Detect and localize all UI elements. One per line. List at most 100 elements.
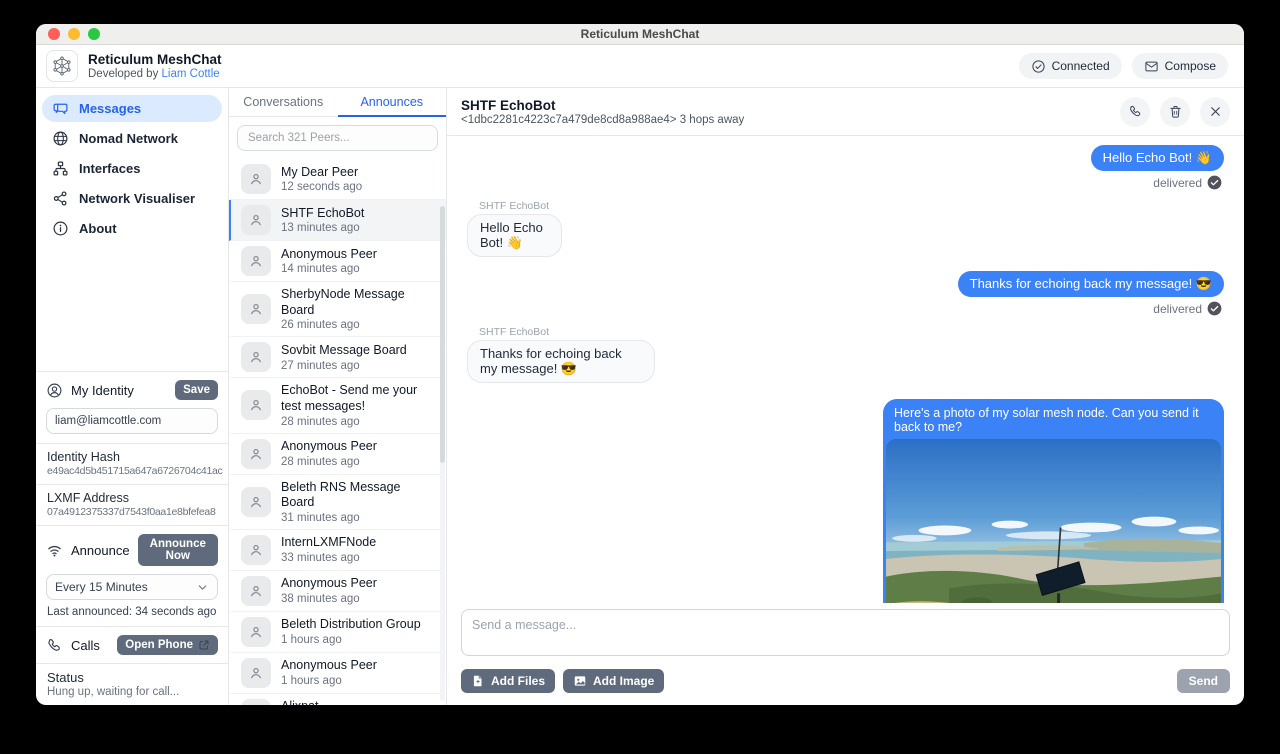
avatar <box>241 658 271 688</box>
sidebar-bottom-panel: My Identity Save Identity Hash e49ac4d5b… <box>36 371 228 705</box>
app-identity: Reticulum MeshChat Developed by Liam Cot… <box>88 52 222 80</box>
send-button[interactable]: Send <box>1177 669 1230 693</box>
message-composer: Add Files Add Image Send <box>447 603 1244 705</box>
solar-mesh-node-photo[interactable] <box>886 439 1221 603</box>
sidebar-item-label: Network Visualiser <box>79 191 195 206</box>
developed-by-text: Developed by <box>88 68 162 80</box>
delete-conversation-button[interactable] <box>1160 97 1190 127</box>
peer-list-item[interactable]: Beleth Distribution Group1 hours ago <box>229 612 446 653</box>
peer-list-item[interactable]: EchoBot - Send me your test messages!28 … <box>229 378 446 433</box>
person-icon <box>248 583 264 599</box>
sidebar-item-network-visualiser[interactable]: Network Visualiser <box>42 185 222 212</box>
calls-section: Calls Open Phone <box>36 626 228 663</box>
desktop-background: Reticulum MeshChat Reticulum MeshChat De… <box>0 0 1280 754</box>
peer-list-item[interactable]: Anonymous Peer1 hours ago <box>229 653 446 694</box>
share-nodes-icon <box>52 190 69 207</box>
status-value: Hung up, waiting for call... <box>47 686 217 698</box>
peer-name: My Dear Peer <box>281 165 362 181</box>
announce-title: Announce <box>71 543 130 558</box>
message-input[interactable] <box>461 609 1230 656</box>
sidebar-item-messages[interactable]: Messages <box>42 95 222 122</box>
developer-link[interactable]: Liam Cottle <box>162 68 220 80</box>
my-identity-title: My Identity <box>71 383 134 398</box>
identity-hash-value: e49ac4d5b451715a647a6726704c41ac <box>47 465 217 477</box>
message-outgoing-photo: Here's a photo of my solar mesh node. Ca… <box>883 399 1224 603</box>
peer-list-item[interactable]: My Dear Peer12 seconds ago <box>229 159 446 200</box>
person-icon <box>248 446 264 462</box>
sidebar-item-nomad-network[interactable]: Nomad Network <box>42 125 222 152</box>
person-icon <box>248 624 264 640</box>
app-subtitle: Developed by Liam Cottle <box>88 68 222 80</box>
tab-conversations[interactable]: Conversations <box>229 88 338 117</box>
connected-status-badge[interactable]: Connected <box>1019 53 1122 79</box>
app-logo-icon <box>46 50 78 82</box>
peer-name: Beleth Distribution Group <box>281 617 421 633</box>
avatar <box>241 294 271 324</box>
avatar <box>241 576 271 606</box>
add-image-label: Add Image <box>593 674 654 688</box>
message-status: delivered <box>1153 301 1222 316</box>
sidebar-nav: Messages Nomad Network Interfaces Networ… <box>36 88 228 245</box>
peers-panel: Conversations Announces My Dear Peer12 s… <box>229 88 447 705</box>
open-phone-label: Open Phone <box>125 639 193 651</box>
tab-announces[interactable]: Announces <box>338 88 447 117</box>
peer-list-item[interactable]: SherbyNode Message Board26 minutes ago <box>229 282 446 337</box>
avatar <box>241 164 271 194</box>
announce-interval-select[interactable]: Every 15 Minutes <box>46 574 218 600</box>
open-phone-button[interactable]: Open Phone <box>117 635 218 655</box>
phone-icon <box>1128 104 1143 119</box>
avatar <box>241 699 271 705</box>
window-title: Reticulum MeshChat <box>36 27 1244 41</box>
photo-caption: Here's a photo of my solar mesh node. Ca… <box>886 402 1221 439</box>
save-button[interactable]: Save <box>175 380 218 400</box>
left-sidebar: Messages Nomad Network Interfaces Networ… <box>36 88 229 705</box>
message-incoming: Hello Echo Bot! 👋 <box>467 214 562 257</box>
search-peers-input[interactable] <box>237 125 438 151</box>
app-name: Reticulum MeshChat <box>88 52 222 68</box>
check-circle-icon <box>1031 59 1046 74</box>
peer-list-item[interactable]: Anonymous Peer38 minutes ago <box>229 571 446 612</box>
last-announced-text: Last announced: 34 seconds ago <box>36 606 228 626</box>
call-button[interactable] <box>1120 97 1150 127</box>
avatar <box>241 205 271 235</box>
peer-list-item[interactable]: Sovbit Message Board27 minutes ago <box>229 337 446 378</box>
sidebar-item-label: About <box>79 221 117 236</box>
add-files-button[interactable]: Add Files <box>461 669 555 693</box>
sidebar-item-about[interactable]: About <box>42 215 222 242</box>
peer-name: Anonymous Peer <box>281 658 377 674</box>
sidebar-item-label: Interfaces <box>79 161 140 176</box>
peer-list-item-selected[interactable]: SHTF EchoBot13 minutes ago <box>229 200 446 241</box>
peer-name: EchoBot - Send me your test messages! <box>281 383 436 414</box>
compose-button[interactable]: Compose <box>1132 53 1228 79</box>
close-conversation-button[interactable] <box>1200 97 1230 127</box>
announce-now-button[interactable]: Announce Now <box>138 534 218 566</box>
peer-list-item[interactable]: Anonymous Peer14 minutes ago <box>229 241 446 282</box>
message-incoming-group: SHTF EchoBot Hello Echo Bot! 👋 <box>467 200 602 257</box>
identity-section: My Identity Save <box>36 371 228 443</box>
peer-time: 1 hours ago <box>281 675 377 687</box>
peer-time: 13 minutes ago <box>281 222 364 234</box>
add-image-button[interactable]: Add Image <box>563 669 664 693</box>
person-icon <box>248 349 264 365</box>
peer-list-item[interactable]: Anonymous Peer28 minutes ago <box>229 434 446 475</box>
calls-title: Calls <box>71 638 100 653</box>
app-window: Reticulum MeshChat Reticulum MeshChat De… <box>36 24 1244 705</box>
person-icon <box>248 171 264 187</box>
peer-list-item[interactable]: Alixpat1 hours ago <box>229 694 446 705</box>
sidebar-item-interfaces[interactable]: Interfaces <box>42 155 222 182</box>
peer-name: Anonymous Peer <box>281 439 377 455</box>
peer-list-item[interactable]: Beleth RNS Message Board31 minutes ago <box>229 475 446 530</box>
scrollbar-thumb[interactable] <box>440 206 445 463</box>
person-icon <box>248 397 264 413</box>
info-icon <box>52 220 69 237</box>
display-name-input[interactable] <box>46 408 218 434</box>
peer-time: 1 hours ago <box>281 634 421 646</box>
peer-name: Alixpat <box>281 699 342 705</box>
avatar <box>241 246 271 276</box>
peer-list-item[interactable]: InternLXMFNode33 minutes ago <box>229 530 446 571</box>
lxmf-address-section: LXMF Address 07a4912375337d7543f0aa1e8bf… <box>36 484 228 525</box>
chat-icon <box>52 100 69 117</box>
person-icon <box>248 301 264 317</box>
peer-name: Beleth RNS Message Board <box>281 480 436 511</box>
peer-name: Sovbit Message Board <box>281 343 407 359</box>
